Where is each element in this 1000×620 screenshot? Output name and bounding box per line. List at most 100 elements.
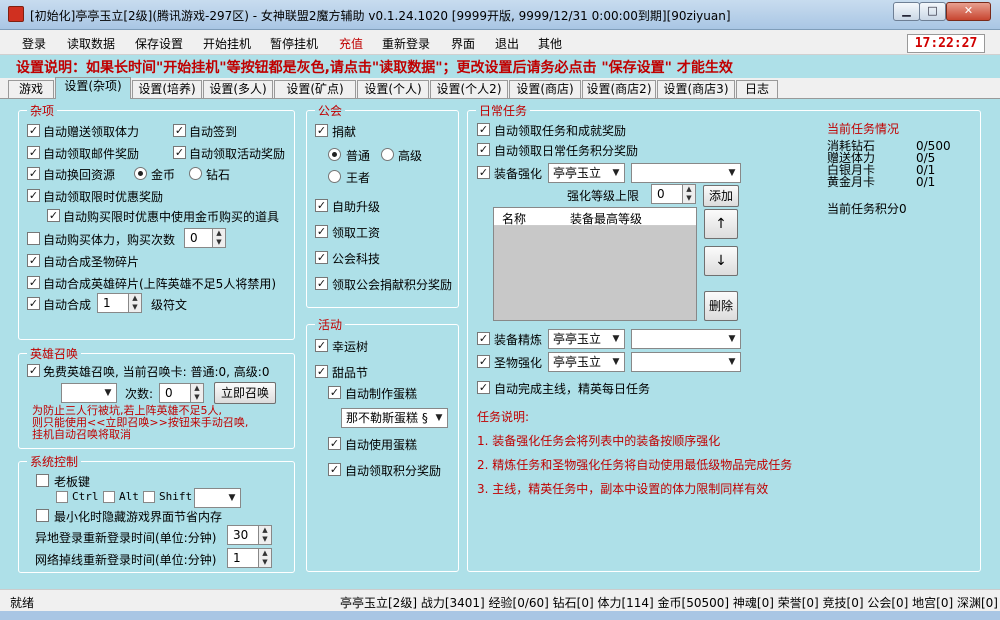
add-button[interactable]: 添加 <box>703 185 739 207</box>
donate-king-radio[interactable] <box>328 170 341 183</box>
tab-settings-personal2[interactable]: 设置(个人2) <box>430 80 508 98</box>
guild-tech-checkbox[interactable]: ✓ <box>315 251 328 264</box>
menu-recharge[interactable]: 充值 <box>339 35 363 52</box>
mail-reward-checkbox[interactable]: ✓ <box>27 146 40 159</box>
relic-enhance-checkbox[interactable]: ✓ <box>477 355 490 368</box>
guild-title: 公会 <box>315 102 346 119</box>
move-up-button[interactable]: ↑ <box>704 209 738 239</box>
close-button[interactable]: ✕ <box>946 2 991 21</box>
make-cake-checkbox[interactable]: ✓ <box>328 386 341 399</box>
enhance-label: 装备强化 <box>494 167 543 181</box>
auto-compose-checkbox[interactable]: ✓ <box>27 297 40 310</box>
minimize-button[interactable]: ▁ <box>893 2 920 21</box>
menu-pause[interactable]: 暂停挂机 <box>270 35 318 52</box>
enhance-limit-input[interactable]: 0 <box>651 184 683 204</box>
relogin-remote-input[interactable]: 30 <box>227 525 259 545</box>
relogin-remote-spinner[interactable]: ▲ ▼ <box>258 525 272 545</box>
donate-advanced-radio[interactable] <box>381 148 394 161</box>
delete-button[interactable]: 删除 <box>704 291 738 321</box>
menu-relogin[interactable]: 重新登录 <box>382 35 430 52</box>
tab-game[interactable]: 游戏 <box>8 80 54 98</box>
refine-char-select[interactable]: 亭亭玉立 ▼ <box>548 329 625 349</box>
enhance-char-select[interactable]: 亭亭玉立 ▼ <box>548 163 625 183</box>
enhance-item-select[interactable]: ▼ <box>631 163 741 183</box>
relogin-net-spinner[interactable]: ▲ ▼ <box>258 548 272 568</box>
summon-now-button[interactable]: 立即召唤 <box>214 382 276 404</box>
relic-fragment-checkbox[interactable]: ✓ <box>27 254 40 267</box>
buy-stamina-checkbox[interactable] <box>27 232 40 245</box>
buy-stamina-spinner[interactable]: ▲ ▼ <box>212 228 226 248</box>
daily-points-checkbox[interactable]: ✓ <box>477 143 490 156</box>
move-down-button[interactable]: ↓ <box>704 246 738 276</box>
tab-settings-shop2[interactable]: 设置(商店2) <box>582 80 656 98</box>
summon-times-input[interactable]: 0 <box>159 383 191 403</box>
main-line-checkbox[interactable]: ✓ <box>477 381 490 394</box>
boss-key-select[interactable]: ▼ <box>194 488 241 508</box>
alt-checkbox[interactable] <box>103 491 115 503</box>
tab-settings-personal[interactable]: 设置(个人) <box>357 80 429 98</box>
gift-stamina-checkbox[interactable]: ✓ <box>27 124 40 137</box>
donate-reward-checkbox[interactable]: ✓ <box>315 277 328 290</box>
menu-read-data[interactable]: 读取数据 <box>67 35 115 52</box>
summon-warning: 为防止三人行被坑,若上阵英雄不足5人, 则只能使用<<立即召唤>>按钮来手动召唤… <box>32 404 249 441</box>
status-label-gold-card: 黄金月卡 <box>827 175 876 189</box>
gold-radio[interactable] <box>134 167 147 180</box>
tab-settings-multi[interactable]: 设置(多人) <box>203 80 273 98</box>
tab-settings-misc[interactable]: 设置(杂项) <box>55 77 131 99</box>
maximize-button[interactable]: □ <box>919 2 946 21</box>
activity-reward-checkbox[interactable]: ✓ <box>173 146 186 159</box>
relic-char-select[interactable]: 亭亭玉立 ▼ <box>548 352 625 372</box>
donate-checkbox[interactable]: ✓ <box>315 124 328 137</box>
summon-type-select[interactable]: ▼ <box>61 383 117 403</box>
lucky-tree-checkbox[interactable]: ✓ <box>315 339 328 352</box>
tab-settings-shop3[interactable]: 设置(商店3) <box>657 80 735 98</box>
limited-buy-checkbox[interactable]: ✓ <box>47 209 60 222</box>
salary-checkbox[interactable]: ✓ <box>315 225 328 238</box>
summon-times-spinner[interactable]: ▲ ▼ <box>190 383 204 403</box>
menu-other[interactable]: 其他 <box>538 35 562 52</box>
points-reward-checkbox[interactable]: ✓ <box>328 463 341 476</box>
relic-char-value: 亭亭玉立 <box>553 355 602 369</box>
ctrl-checkbox[interactable] <box>56 491 68 503</box>
tab-settings-train[interactable]: 设置(培养) <box>132 80 202 98</box>
enhance-limit-spinner[interactable]: ▲ ▼ <box>682 184 696 204</box>
limited-reward-checkbox[interactable]: ✓ <box>27 189 40 202</box>
boss-key-checkbox[interactable] <box>36 474 49 487</box>
auto-exchange-checkbox[interactable]: ✓ <box>27 167 40 180</box>
tab-settings-mine[interactable]: 设置(矿点) <box>274 80 356 98</box>
shift-checkbox[interactable] <box>143 491 155 503</box>
tab-log[interactable]: 日志 <box>736 80 778 98</box>
relogin-net-input[interactable]: 1 <box>227 548 259 568</box>
enhance-list[interactable]: 名称 装备最高等级 <box>493 207 697 321</box>
auto-upgrade-checkbox[interactable]: ✓ <box>315 199 328 212</box>
use-cake-checkbox[interactable]: ✓ <box>328 437 341 450</box>
refine-item-select[interactable]: ▼ <box>631 329 741 349</box>
compose-level-spinner[interactable]: ▲ ▼ <box>128 293 142 313</box>
buy-stamina-count-input[interactable]: 0 <box>184 228 214 248</box>
menu-save-settings[interactable]: 保存设置 <box>135 35 183 52</box>
dessert-checkbox[interactable]: ✓ <box>315 365 328 378</box>
menu-start[interactable]: 开始挂机 <box>203 35 251 52</box>
column-name[interactable]: 名称 <box>502 210 526 227</box>
menu-login[interactable]: 登录 <box>22 35 46 52</box>
hero-fragment-checkbox[interactable]: ✓ <box>27 276 40 289</box>
task-reward-checkbox[interactable]: ✓ <box>477 123 490 136</box>
guild-tech-label: 公会科技 <box>332 252 381 266</box>
menu-interface[interactable]: 界面 <box>451 35 475 52</box>
free-summon-checkbox[interactable]: ✓ <box>27 364 40 377</box>
compose-level-input[interactable]: 1 <box>97 293 129 313</box>
relic-item-select[interactable]: ▼ <box>631 352 741 372</box>
auto-signin-checkbox[interactable]: ✓ <box>173 124 186 137</box>
refine-checkbox[interactable]: ✓ <box>477 332 490 345</box>
menu-exit[interactable]: 退出 <box>495 35 519 52</box>
use-cake-label: 自动使用蛋糕 <box>345 438 418 452</box>
chevron-down-icon: ▼ <box>612 334 620 344</box>
tab-settings-shop[interactable]: 设置(商店) <box>509 80 581 98</box>
column-max-level[interactable]: 装备最高等级 <box>570 210 642 227</box>
cake-select[interactable]: 那不勒斯蛋糕 § ▼ <box>341 408 448 428</box>
donate-normal-radio[interactable] <box>328 148 341 161</box>
task-desc-1: 1. 装备强化任务会将列表中的装备按顺序强化 <box>477 434 721 448</box>
diamond-radio[interactable] <box>189 167 202 180</box>
minimize-hide-checkbox[interactable] <box>36 509 49 522</box>
enhance-checkbox[interactable]: ✓ <box>477 166 490 179</box>
